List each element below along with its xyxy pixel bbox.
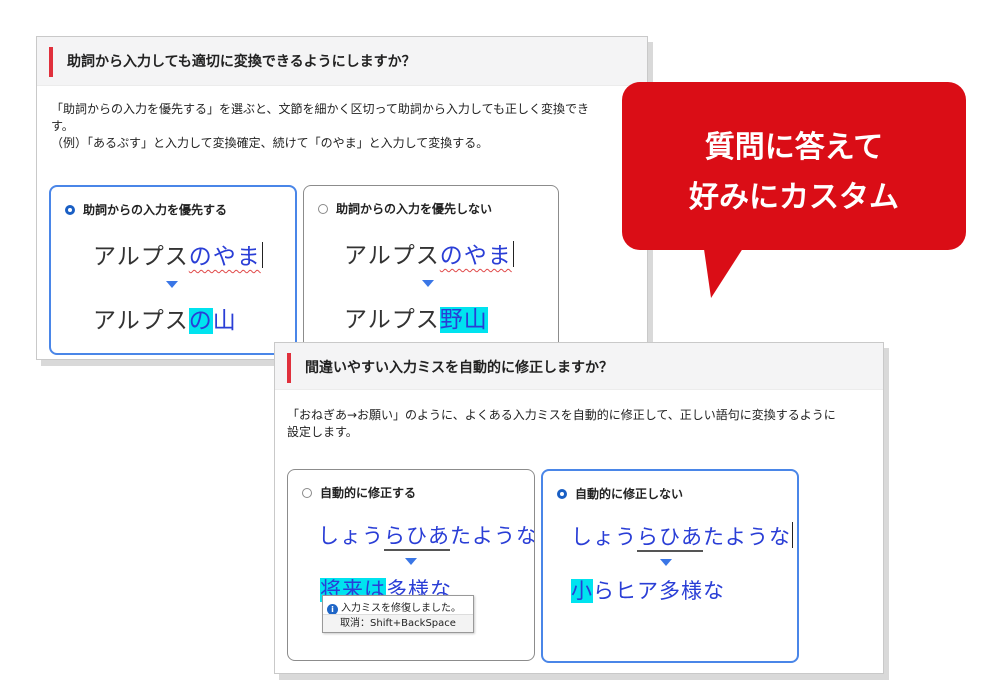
- result-prefix: アルプス: [93, 308, 189, 334]
- desc-line: 「おねぎあ→お願い」のように、よくある入力ミスを自動的に修正して、正しい語句に変…: [287, 408, 836, 422]
- text-cursor: [792, 522, 793, 548]
- desc-line: 設定します。: [287, 425, 358, 439]
- result-example: 小らヒア多様な: [571, 575, 725, 605]
- panel-description: 「おねぎあ→お願い」のように、よくある入力ミスを自動的に修正して、正しい語句に変…: [287, 407, 877, 441]
- option-label: 自動的に修正する: [302, 484, 416, 501]
- input-prefix: アルプス: [344, 243, 440, 269]
- arrow-down-icon: [405, 558, 417, 565]
- tooltip-text: 入力ミスを修復しました。: [341, 603, 461, 614]
- panel-header: 間違いやすい入力ミスを自動的に修正しますか？: [275, 343, 883, 390]
- option-label-text: 助詞からの入力を優先しない: [336, 202, 493, 216]
- option-card-prefer-particle[interactable]: 助詞からの入力を優先する アルプスのやま アルプスの山: [49, 185, 297, 355]
- panel-header: 助詞から入力しても適切に変換できるようにしますか？: [37, 37, 647, 86]
- input-kana: のやま: [188, 244, 261, 270]
- option-label: 自動的に修正しない: [557, 485, 683, 502]
- correction-tooltip: i 入力ミスを修復しました。 取消：Shift+BackSpace: [322, 595, 474, 633]
- input-part: たような: [703, 525, 791, 549]
- callout-line-2: 好みにカスタム: [689, 180, 899, 215]
- accent-bar: [49, 47, 53, 77]
- input-example: アルプスのやま: [344, 236, 514, 270]
- result-highlight: 小: [571, 579, 593, 603]
- settings-panel-autocorrect: 間違いやすい入力ミスを自動的に修正しますか？ 「おねぎあ→お願い」のように、よく…: [274, 342, 884, 674]
- panel-title: 助詞から入力しても適切に変換できるようにしますか？: [67, 54, 416, 70]
- input-part-underlined: らひあ: [384, 524, 450, 548]
- result-example: アルプスの山: [93, 301, 237, 335]
- input-example: しょうらひあたような: [571, 521, 793, 551]
- tooltip-undo-hint[interactable]: 取消：Shift+BackSpace: [323, 614, 473, 632]
- panel-title: 間違いやすい入力ミスを自動的に修正しますか？: [305, 360, 613, 376]
- arrow-down-icon: [166, 281, 178, 288]
- input-example: しょうらひあたような: [318, 520, 535, 550]
- input-part: たような: [450, 524, 535, 548]
- radio-unselected-icon[interactable]: [318, 204, 328, 214]
- text-cursor: [512, 241, 514, 267]
- radio-unselected-icon[interactable]: [302, 488, 312, 498]
- desc-line: （例）「あるぷす」と入力して変換確定、続けて「のやま」と入力して変換する。: [51, 136, 489, 150]
- input-part-underlined: らひあ: [637, 525, 703, 549]
- option-card-no-autocorrect[interactable]: 自動的に修正しない しょうらひあたような 小らヒア多様な: [541, 469, 799, 663]
- arrow-down-icon: [660, 559, 672, 566]
- option-card-no-prefer-particle[interactable]: 助詞からの入力を優先しない アルプスのやま アルプス野山: [303, 185, 559, 353]
- desc-line: す。: [51, 119, 74, 133]
- option-label: 助詞からの入力を優先しない: [318, 200, 492, 217]
- option-label-text: 自動的に修正しない: [575, 487, 684, 501]
- accent-bar: [287, 353, 291, 383]
- settings-panel-particle: 助詞から入力しても適切に変換できるようにしますか？ 「助詞からの入力を優先する」…: [36, 36, 648, 360]
- option-label: 助詞からの入力を優先する: [65, 201, 227, 218]
- callout-tail: [689, 242, 747, 298]
- callout-line-1: 質問に答えて: [704, 130, 884, 165]
- input-kana: のやま: [439, 243, 512, 269]
- desc-line: 「助詞からの入力を優先する」を選ぶと、文節を細かく区切って助詞から入力しても正し…: [51, 102, 589, 116]
- option-label-text: 助詞からの入力を優先する: [83, 203, 228, 217]
- result-example: アルプス野山: [344, 300, 488, 334]
- radio-selected-icon[interactable]: [65, 205, 75, 215]
- text-cursor: [261, 242, 263, 268]
- result-rest: らヒア多様な: [593, 579, 725, 603]
- panel-description: 「助詞からの入力を優先する」を選ぶと、文節を細かく区切って助詞から入力しても正し…: [51, 101, 647, 152]
- input-part: しょう: [318, 524, 384, 548]
- result-prefix: アルプス: [344, 307, 440, 333]
- speech-bubble-callout: 質問に答えて 好みにカスタム: [622, 82, 966, 250]
- input-prefix: アルプス: [93, 244, 189, 270]
- option-label-text: 自動的に修正する: [320, 486, 417, 500]
- option-card-autocorrect[interactable]: 自動的に修正する しょうらひあたような 将来は多様な i 入力ミスを修復しました。…: [287, 469, 535, 661]
- result-highlight: 野山: [439, 307, 488, 333]
- input-part: しょう: [571, 525, 637, 549]
- result-rest: 山: [212, 308, 237, 334]
- arrow-down-icon: [422, 280, 434, 287]
- input-example: アルプスのやま: [93, 237, 263, 271]
- tooltip-message: i 入力ミスを修復しました。: [327, 599, 461, 615]
- radio-selected-icon[interactable]: [557, 489, 567, 499]
- result-highlight: の: [188, 308, 213, 334]
